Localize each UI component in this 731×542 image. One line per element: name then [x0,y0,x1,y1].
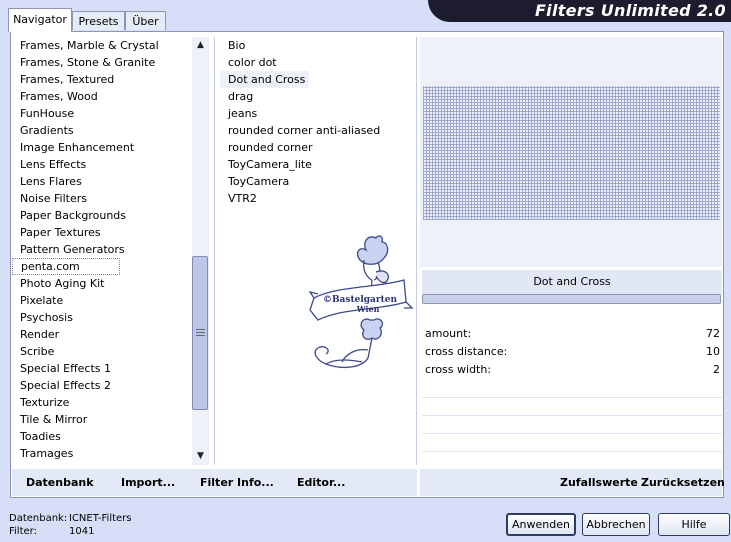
status-filter-label: Filter: [9,526,37,537]
filter-name-label: Dot and Cross [422,270,722,294]
category-item[interactable]: Frames, Textured [12,71,190,88]
datenbank-button[interactable]: Datenbank [26,476,94,489]
category-list[interactable]: Frames, Marble & Crystal Frames, Stone & … [12,37,190,465]
category-item[interactable]: Photo Aging Kit [12,275,190,292]
filter-item[interactable]: Bio [220,37,414,54]
category-item[interactable]: Special Effects 1 [12,360,190,377]
category-item[interactable]: Frames, Stone & Granite [12,54,190,71]
cancel-button[interactable]: Abbrechen [582,513,650,536]
category-item[interactable]: Scribe [12,343,190,360]
param-row-cross-width[interactable]: cross width: 2 [422,361,722,379]
param-value[interactable]: 72 [706,325,720,343]
filter-info-button[interactable]: Filter Info... [200,476,274,489]
progress-bar [422,294,721,304]
param-separator [422,397,722,398]
status-db-label: Datenbank: [9,513,68,524]
watermark-text-line2: Wien [356,304,380,314]
grip-icon [196,329,205,336]
param-value[interactable]: 10 [706,343,720,361]
filter-item[interactable]: Dot and Cross [220,71,310,88]
filter-item[interactable]: rounded corner anti-aliased [220,122,414,139]
param-row-cross-distance[interactable]: cross distance: 10 [422,343,722,361]
tab-ueber[interactable]: Über [125,11,166,30]
category-item[interactable]: Tramages [12,445,190,462]
category-item[interactable]: Special Effects 2 [12,377,190,394]
reset-button[interactable]: Zurücksetzen [641,476,725,489]
category-item[interactable]: Pixelate [12,292,190,309]
category-item[interactable]: Paper Backgrounds [12,207,190,224]
category-item[interactable]: Texturize [12,394,190,411]
param-row-amount[interactable]: amount: 72 [422,325,722,343]
param-label: amount: [425,327,472,340]
filter-item[interactable]: ToyCamera_lite [220,156,414,173]
filter-item[interactable]: rounded corner [220,139,414,156]
category-item[interactable]: penta.com [12,258,120,275]
list-divider [214,37,215,465]
param-label: cross distance: [425,345,508,358]
filter-item[interactable]: ToyCamera [220,173,414,190]
scroll-down-icon[interactable]: ▼ [192,448,209,465]
filter-item[interactable]: VTR2 [220,190,414,207]
import-button[interactable]: Import... [121,476,175,489]
tab-presets[interactable]: Presets [72,11,125,30]
status-filter-value: 1041 [69,526,95,537]
help-button[interactable]: Hilfe [658,513,730,536]
app-title: Filters Unlimited 2.0 [534,1,726,20]
tab-navigator[interactable]: Navigator [8,8,72,32]
filter-item[interactable]: jeans [220,105,414,122]
preview-image [423,86,720,220]
apply-button[interactable]: Anwenden [506,513,576,536]
param-separator [422,451,722,452]
param-label: cross width: [425,363,492,376]
random-values-button[interactable]: Zufallswerte [560,476,638,489]
list-divider [416,37,417,465]
category-item[interactable]: Render [12,326,190,343]
category-item[interactable]: Image Enhancement [12,139,190,156]
category-item[interactable]: Toadies [12,428,190,445]
category-item[interactable]: Noise Filters [12,190,190,207]
parameter-list: amount: 72 cross distance: 10 cross widt… [422,325,722,379]
category-item[interactable]: Gradients [12,122,190,139]
category-item[interactable]: Tile & Mirror [12,411,190,428]
filter-item[interactable]: drag [220,88,414,105]
watermark-logo: ©Bastelgarten Wien [308,235,414,369]
category-item[interactable]: Frames, Wood [12,88,190,105]
param-separator [422,433,722,434]
category-item[interactable]: Pattern Generators [12,241,190,258]
filter-item[interactable]: color dot [220,54,414,71]
category-item[interactable]: Frames, Marble & Crystal [12,37,190,54]
category-item[interactable]: Lens Flares [12,173,190,190]
status-db-value: ICNET-Filters [69,513,132,524]
scroll-thumb[interactable] [192,256,208,410]
category-item[interactable]: Psychosis [12,309,190,326]
category-item[interactable]: FunHouse [12,105,190,122]
category-item[interactable]: Paper Textures [12,224,190,241]
filter-list[interactable]: Bio color dot Dot and Cross drag jeans rounde… [220,37,414,207]
param-separator [422,415,722,416]
category-item[interactable]: Lens Effects [12,156,190,173]
scroll-up-icon[interactable]: ▲ [192,37,209,54]
editor-button[interactable]: Editor... [297,476,345,489]
param-value[interactable]: 2 [713,361,720,379]
